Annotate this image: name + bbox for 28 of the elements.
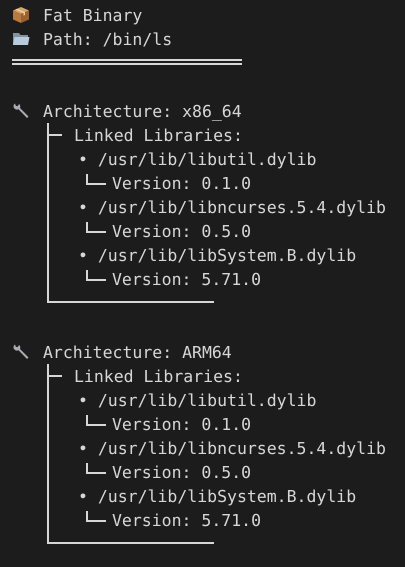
library-path: • /usr/lib/libSystem.B.dylib xyxy=(78,486,356,506)
version-label: Version: 0.1.0 xyxy=(112,414,252,434)
tree-connector xyxy=(86,511,106,522)
section-label: Linked Libraries: xyxy=(74,366,243,386)
version-label: Version: 0.5.0 xyxy=(112,462,252,482)
tree-connector xyxy=(86,270,106,281)
library-path: • /usr/lib/libutil.dylib xyxy=(78,150,316,168)
architecture-label: Architecture: x86_64 xyxy=(43,102,242,120)
tree-connector xyxy=(86,174,106,185)
package-icon xyxy=(12,6,30,24)
version-label: Version: 0.1.0 xyxy=(112,174,252,192)
version-label: Version: 5.71.0 xyxy=(112,510,262,530)
library-path: • /usr/lib/libncurses.5.4.dylib xyxy=(78,198,386,216)
tree-connector xyxy=(86,463,106,474)
library-path: • /usr/lib/libutil.dylib xyxy=(78,390,316,410)
library-path: • /usr/lib/libncurses.5.4.dylib xyxy=(78,438,386,458)
version-label: Version: 5.71.0 xyxy=(112,270,262,288)
tree-connector xyxy=(86,415,106,426)
architecture-label: Architecture: ARM64 xyxy=(43,342,232,362)
folder-icon xyxy=(12,30,30,48)
tree-connector xyxy=(86,222,106,233)
section-label: Linked Libraries: xyxy=(74,126,243,144)
wrench-icon xyxy=(12,102,30,120)
wrench-icon xyxy=(12,343,30,361)
library-path: • /usr/lib/libSystem.B.dylib xyxy=(78,246,356,264)
path-label: Path: /bin/ls xyxy=(43,30,172,48)
binary-title: Fat Binary xyxy=(43,6,142,24)
version-label: Version: 0.5.0 xyxy=(112,222,252,240)
